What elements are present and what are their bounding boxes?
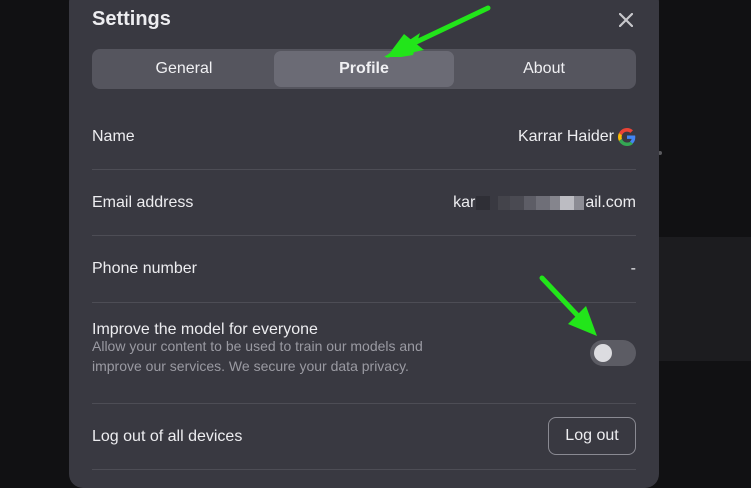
- dialog-title: Settings: [92, 8, 171, 30]
- google-icon: [618, 128, 636, 146]
- phone-value: -: [630, 260, 636, 277]
- logout-button[interactable]: Log out: [548, 417, 636, 455]
- email-value: kar ail.com: [453, 194, 636, 212]
- toggle-knob: [594, 344, 612, 362]
- logout-row: Log out of all devices Log out: [92, 404, 636, 470]
- phone-label: Phone number: [92, 260, 197, 277]
- name-row: Name Karrar Haider: [92, 104, 636, 170]
- close-icon: [619, 13, 633, 27]
- tab-profile[interactable]: Profile: [274, 51, 454, 87]
- background-panel: [659, 237, 751, 361]
- email-label: Email address: [92, 194, 194, 211]
- name-label: Name: [92, 128, 135, 145]
- email-value-start: kar: [453, 194, 476, 211]
- logout-all-label: Log out of all devices: [92, 428, 243, 445]
- tab-about[interactable]: About: [454, 51, 634, 87]
- email-value-end: ail.com: [585, 194, 636, 211]
- name-value-group: Karrar Haider: [518, 128, 636, 146]
- improve-model-description: Allow your content to be used to train o…: [92, 338, 423, 374]
- email-redaction: [476, 196, 585, 210]
- close-button[interactable]: [614, 8, 638, 32]
- name-value: Karrar Haider: [517, 128, 614, 145]
- settings-tabs: General Profile About: [92, 49, 636, 89]
- email-row: Email address kar ail.com: [92, 170, 636, 236]
- phone-row: Phone number -: [92, 236, 636, 303]
- settings-dialog: Settings General Profile About Name Karr…: [69, 0, 659, 488]
- improve-model-row: Improve the model for everyone Allow you…: [92, 303, 636, 404]
- tab-general[interactable]: General: [94, 51, 274, 87]
- improve-model-toggle[interactable]: [590, 340, 636, 366]
